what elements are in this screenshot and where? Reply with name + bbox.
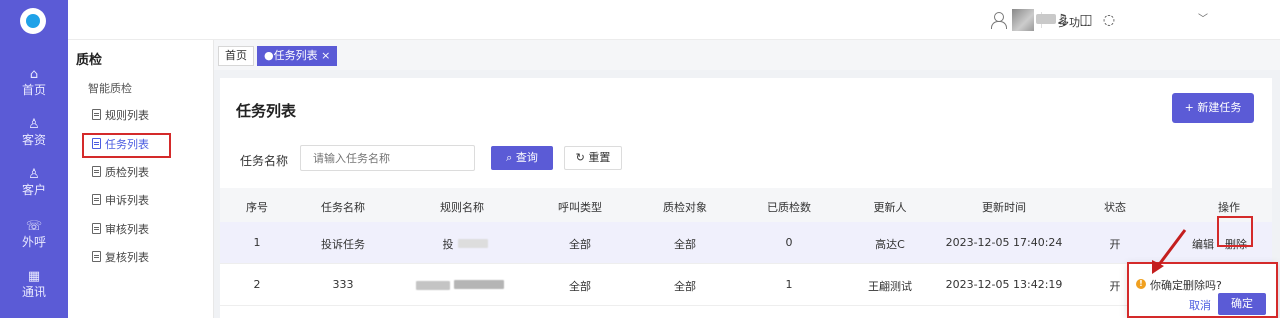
contacts-icon: ▦ (27, 269, 41, 284)
redacted-text (416, 281, 450, 290)
column-header: 更新人 (873, 201, 907, 214)
confirm-button[interactable]: 确定 (1218, 293, 1266, 315)
update-time-cell: 2023-12-05 13:42:19 (945, 278, 1063, 291)
users-icon: ♙ (28, 117, 40, 132)
checked-count-cell: 1 (785, 278, 793, 291)
column-header: 任务名称 (321, 201, 365, 214)
sub-sidebar: 质检 智能质检 规则列表 任务列表 质检列表 申诉列表 审核列表 复核列表 (68, 40, 214, 318)
status-cell: 开 (1109, 280, 1121, 293)
column-header: 已质检数 (767, 201, 811, 214)
checked-count-cell: 0 (785, 236, 793, 249)
row-index: 2 (253, 278, 261, 291)
updater-cell: 高达C (875, 238, 905, 251)
rail-item-customers[interactable]: ♙ 客户 (0, 168, 68, 198)
table-header: 序号 任务名称 规则名称 呼叫类型 质检对象 已质检数 更新人 更新时间 状态 … (220, 188, 1272, 222)
tab-bar: 首页 ●任务列表 × (214, 40, 1280, 70)
highlight-box-delete (1217, 216, 1253, 247)
user-icon: ♙ (28, 167, 40, 182)
rail-label: 外呼 (21, 235, 46, 249)
sidebar-item-label: 复核列表 (105, 251, 149, 264)
tab-task-list[interactable]: ●任务列表 × (257, 46, 338, 66)
rail-label: 客户 (21, 183, 46, 197)
sidebar-item-reviews[interactable]: 复核列表 (92, 248, 149, 268)
chevron-down-icon[interactable]: ﹀ (1198, 10, 1208, 25)
column-header: 操作 (1218, 201, 1240, 214)
column-header: 更新时间 (982, 201, 1026, 214)
document-icon (92, 166, 101, 177)
query-button[interactable]: ⌕ 查询 (491, 146, 553, 170)
rail-label: 通讯 (21, 285, 46, 299)
sidebar-title: 质检 (76, 53, 103, 68)
cancel-button[interactable]: 取消 (1189, 297, 1211, 313)
main-nav-rail: ⌂ 首页 ♙ 客资 ♙ 客户 ☏ 外呼 ▦ 通讯 (0, 0, 68, 318)
sidebar-item-audits[interactable]: 审核列表 (92, 220, 149, 240)
sidebar-item-appeals[interactable]: 申诉列表 (92, 191, 149, 211)
rail-label: 首页 (21, 83, 46, 97)
redacted-text (458, 239, 488, 248)
reset-button[interactable]: ↻ 重置 (564, 146, 622, 170)
phone-icon: ☏ (25, 219, 43, 234)
column-header: 呼叫类型 (558, 201, 602, 214)
sidebar-item-rules[interactable]: 规则列表 (92, 106, 149, 126)
target-cell: 全部 (674, 280, 696, 293)
home-icon: ⌂ (29, 67, 39, 82)
tab-home[interactable]: 首页 (218, 46, 254, 66)
confirm-message: 你确定删除吗? (1150, 279, 1222, 292)
updater-cell: 王翩测试 (868, 280, 912, 293)
column-header: 质检对象 (663, 201, 707, 214)
call-type-cell: 全部 (569, 280, 591, 293)
rail-item-contacts[interactable]: ▦ 通讯 (0, 270, 68, 300)
app-logo[interactable] (20, 8, 46, 34)
new-task-button[interactable]: + 新建任务 (1172, 93, 1254, 123)
redacted-text (454, 280, 504, 289)
task-name-cell: 333 (332, 278, 354, 291)
target-cell: 全部 (674, 238, 696, 251)
table-row: 2 333 全部 全部 1 王翩测试 2023-12-05 13:42:19 开 (220, 264, 1272, 306)
rail-item-home[interactable]: ⌂ 首页 (0, 68, 68, 98)
task-name-input[interactable] (300, 145, 475, 171)
main-panel: 任务列表 + 新建任务 任务名称 ⌕ 查询 ↻ 重置 序号 任务名称 规则名称 … (220, 78, 1272, 318)
avatar[interactable] (1012, 9, 1034, 31)
document-icon (92, 251, 101, 262)
column-header: 状态 (1104, 201, 1126, 214)
refresh-icon: ↻ (575, 151, 589, 164)
sidebar-item-label: 申诉列表 (105, 194, 149, 207)
reset-label: 重置 (588, 151, 611, 164)
chat-icon[interactable]: ◌ (1101, 12, 1117, 28)
task-name-cell: 投诉任务 (321, 238, 365, 251)
page-title: 任务列表 (236, 102, 297, 120)
sidebar-item-label: 质检列表 (105, 166, 149, 179)
row-index: 1 (253, 236, 261, 249)
document-icon (92, 223, 101, 234)
query-label: 查询 (515, 151, 538, 164)
sidebar-group-label: 智能质检 (88, 82, 132, 95)
highlight-box-task-list (82, 133, 171, 158)
rule-name-cell: 投 (442, 238, 454, 251)
call-type-cell: 全部 (569, 238, 591, 251)
sidebar-item-label: 规则列表 (105, 109, 149, 122)
rail-item-leads[interactable]: ♙ 客资 (0, 118, 68, 148)
user-icon[interactable] (990, 11, 1007, 29)
warning-icon: ! (1136, 279, 1146, 289)
table-row: 1 投诉任务 投 全部 全部 0 高达C 2023-12-05 17:40:24… (220, 222, 1272, 264)
document-icon (92, 109, 101, 120)
rail-item-outbound[interactable]: ☏ 外呼 (0, 220, 68, 250)
edit-link[interactable]: 编辑 (1192, 236, 1214, 252)
search-icon: ⌕ (506, 151, 516, 164)
top-bar: ♫ ◫ ◌ 多功... ﹀ (68, 0, 1280, 40)
sidebar-item-inspections[interactable]: 质检列表 (92, 163, 149, 183)
delete-confirm-popover: ! 你确定删除吗? 取消 确定 (1127, 262, 1278, 318)
filter-label: 任务名称 (240, 154, 289, 168)
rail-label: 客资 (21, 133, 46, 147)
status-cell: 开 (1109, 238, 1121, 251)
user-name-blurred (1036, 14, 1056, 24)
document-icon (92, 194, 101, 205)
sidebar-item-label: 审核列表 (105, 223, 149, 236)
column-header: 规则名称 (440, 201, 484, 214)
column-header: 序号 (246, 201, 268, 214)
user-name[interactable]: 多功... (1058, 14, 1091, 30)
update-time-cell: 2023-12-05 17:40:24 (945, 236, 1063, 249)
